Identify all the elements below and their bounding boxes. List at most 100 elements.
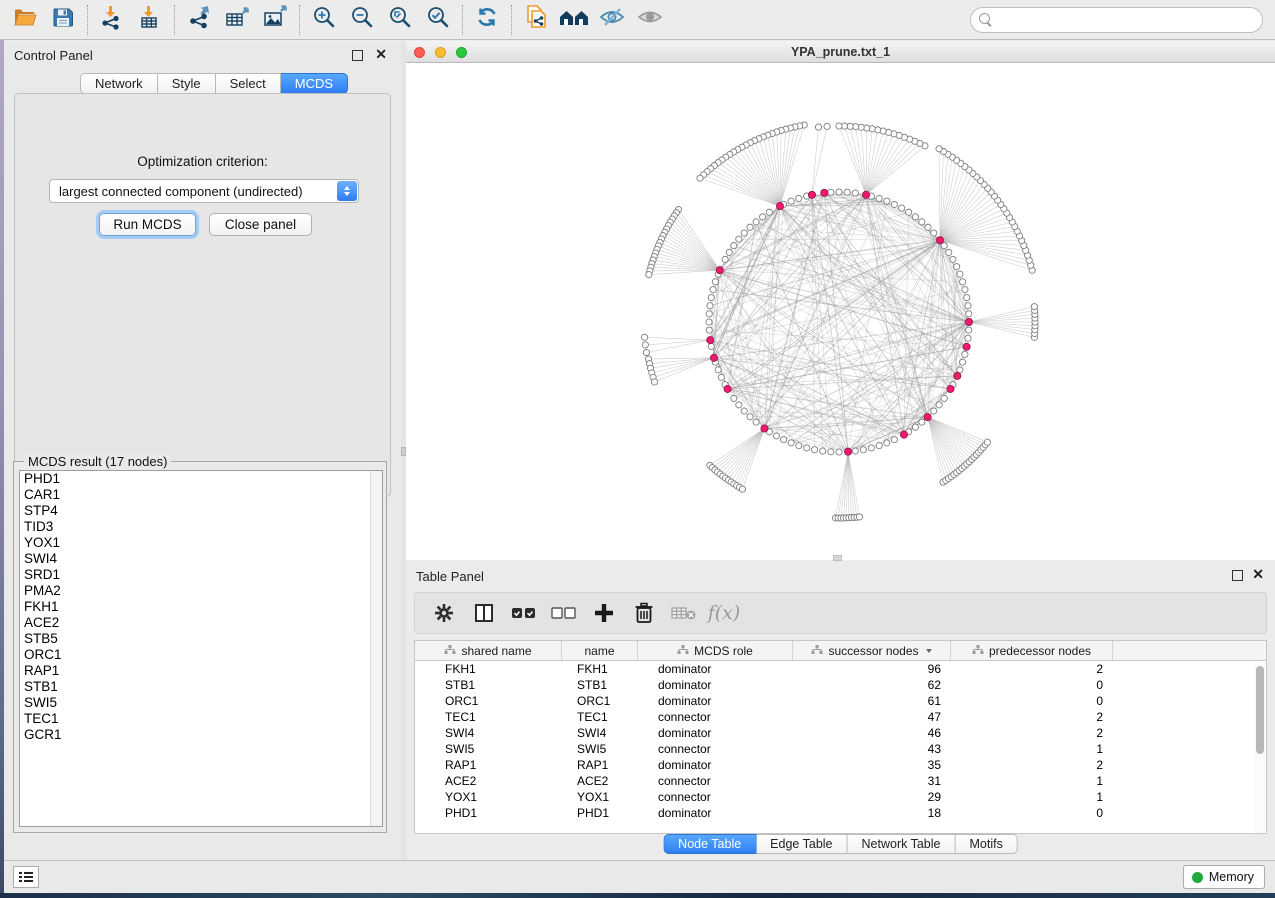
- list-item[interactable]: SWI5: [20, 695, 382, 711]
- search-input[interactable]: [970, 7, 1263, 33]
- toolbar-separator: [299, 5, 300, 35]
- tab-edge-table[interactable]: Edge Table: [756, 834, 847, 854]
- tab-style[interactable]: Style: [158, 73, 216, 94]
- zoom-in-button[interactable]: [305, 3, 343, 37]
- column-header-shared-name[interactable]: shared name: [415, 641, 562, 660]
- table-row[interactable]: TEC1TEC1connector472: [415, 709, 1266, 725]
- import-table-button[interactable]: [131, 3, 169, 37]
- network-window-titlebar[interactable]: YPA_prune.txt_1: [406, 41, 1275, 63]
- tab-network[interactable]: Network: [80, 73, 158, 94]
- column-header-name[interactable]: name: [562, 641, 638, 660]
- log-console-button[interactable]: [13, 866, 39, 888]
- memory-button[interactable]: Memory: [1183, 865, 1265, 889]
- network-overview-icon: [558, 4, 590, 35]
- list-item[interactable]: GCR1: [20, 727, 382, 743]
- list-item[interactable]: STP4: [20, 503, 382, 519]
- table-row[interactable]: STB1STB1dominator620: [415, 677, 1266, 693]
- gear-icon[interactable]: [429, 598, 459, 628]
- toolbar-separator: [462, 5, 463, 35]
- tree-icon: [811, 644, 823, 658]
- column-header-MCDS-role[interactable]: MCDS role: [638, 641, 793, 660]
- zoom-fit-icon: [387, 4, 413, 35]
- hide-selected-button[interactable]: [593, 3, 631, 37]
- import-network-button[interactable]: [93, 3, 131, 37]
- copy-network-button[interactable]: [517, 3, 555, 37]
- list-item[interactable]: SRD1: [20, 567, 382, 583]
- toolbar-separator: [174, 5, 175, 35]
- zoom-selected-button[interactable]: [419, 3, 457, 37]
- list-item[interactable]: PHD1: [20, 471, 382, 487]
- tab-select[interactable]: Select: [216, 73, 281, 94]
- list-item[interactable]: STB5: [20, 631, 382, 647]
- optimization-criterion-select[interactable]: largest connected component (undirected): [49, 179, 359, 203]
- refresh-layout-icon: [474, 4, 500, 35]
- save-icon: [51, 5, 75, 34]
- scrollbar-thumb[interactable]: [1256, 666, 1264, 754]
- mcds-result-title: MCDS result (17 nodes): [24, 454, 171, 469]
- copy-network-icon: [523, 3, 550, 36]
- table-row[interactable]: SWI5SWI5connector431: [415, 741, 1266, 757]
- split-column-icon[interactable]: [469, 598, 499, 628]
- list-item[interactable]: STB1: [20, 679, 382, 695]
- table-row[interactable]: ACE2ACE2connector311: [415, 773, 1266, 789]
- list-item[interactable]: SWI4: [20, 551, 382, 567]
- run-mcds-button[interactable]: Run MCDS: [99, 213, 196, 236]
- list-item[interactable]: YOX1: [20, 535, 382, 551]
- tab-network-table[interactable]: Network Table: [848, 834, 956, 854]
- tab-motifs[interactable]: Motifs: [955, 834, 1017, 854]
- plus-icon[interactable]: [589, 598, 619, 628]
- table-row[interactable]: PHD1PHD1dominator180: [415, 805, 1266, 821]
- list-icon: [19, 872, 33, 883]
- scrollbar-track[interactable]: [370, 471, 382, 826]
- zoom-selected-icon: [425, 4, 451, 35]
- select-stepper-icon: [337, 181, 357, 201]
- trash-icon[interactable]: [629, 598, 659, 628]
- refresh-layout-button[interactable]: [468, 3, 506, 37]
- mcds-result-list[interactable]: PHD1CAR1STP4TID3YOX1SWI4SRD1PMA2FKH1ACE2…: [19, 470, 383, 827]
- open-button[interactable]: [6, 3, 44, 37]
- save-button[interactable]: [44, 3, 82, 37]
- scrollbar-track[interactable]: [1254, 662, 1265, 834]
- table-row[interactable]: ORC1ORC1dominator610: [415, 693, 1266, 709]
- tab-mcds[interactable]: MCDS: [281, 73, 348, 94]
- table-row[interactable]: YOX1YOX1connector291: [415, 789, 1266, 805]
- zoom-in-icon: [311, 4, 337, 35]
- list-item[interactable]: FKH1: [20, 599, 382, 615]
- table-panel: Table Panel ✕ f(x) shared namenameMCDS r…: [406, 562, 1275, 860]
- list-item[interactable]: RAP1: [20, 663, 382, 679]
- status-bar: Memory: [4, 860, 1275, 893]
- close-panel-icon[interactable]: ✕: [1252, 569, 1264, 580]
- float-panel-icon[interactable]: [1232, 570, 1243, 581]
- tab-node-table[interactable]: Node Table: [663, 834, 756, 854]
- network-overview-button[interactable]: [555, 3, 593, 37]
- close-panel-button[interactable]: Close panel: [209, 213, 312, 236]
- zoom-out-button[interactable]: [343, 3, 381, 37]
- zoom-out-icon: [349, 4, 375, 35]
- list-item[interactable]: ACE2: [20, 615, 382, 631]
- network-canvas[interactable]: [406, 63, 1275, 560]
- list-item[interactable]: ORC1: [20, 647, 382, 663]
- table-row[interactable]: FKH1FKH1dominator962: [415, 661, 1266, 677]
- desktop-background: [0, 893, 1275, 898]
- checked-boxes-icon[interactable]: [509, 598, 539, 628]
- hide-selected-icon: [598, 5, 626, 34]
- list-item[interactable]: CAR1: [20, 487, 382, 503]
- export-image-button[interactable]: [256, 3, 294, 37]
- optimization-criterion-label: Optimization criterion:: [15, 154, 390, 169]
- show-all-button[interactable]: [631, 3, 669, 37]
- close-panel-icon[interactable]: ✕: [375, 49, 387, 60]
- zoom-fit-button[interactable]: [381, 3, 419, 37]
- export-network-button[interactable]: [180, 3, 218, 37]
- unchecked-boxes-icon[interactable]: [549, 598, 579, 628]
- float-panel-icon[interactable]: [352, 50, 363, 61]
- table-row[interactable]: SWI4SWI4dominator462: [415, 725, 1266, 741]
- export-table-button[interactable]: [218, 3, 256, 37]
- list-item[interactable]: PMA2: [20, 583, 382, 599]
- table-row[interactable]: RAP1RAP1dominator352: [415, 757, 1266, 773]
- list-item[interactable]: TID3: [20, 519, 382, 535]
- column-header-predecessor-nodes[interactable]: predecessor nodes: [951, 641, 1113, 660]
- import-network-icon: [99, 4, 125, 35]
- column-header-successor-nodes[interactable]: successor nodes: [793, 641, 951, 660]
- splitter-handle[interactable]: [833, 555, 842, 561]
- list-item[interactable]: TEC1: [20, 711, 382, 727]
